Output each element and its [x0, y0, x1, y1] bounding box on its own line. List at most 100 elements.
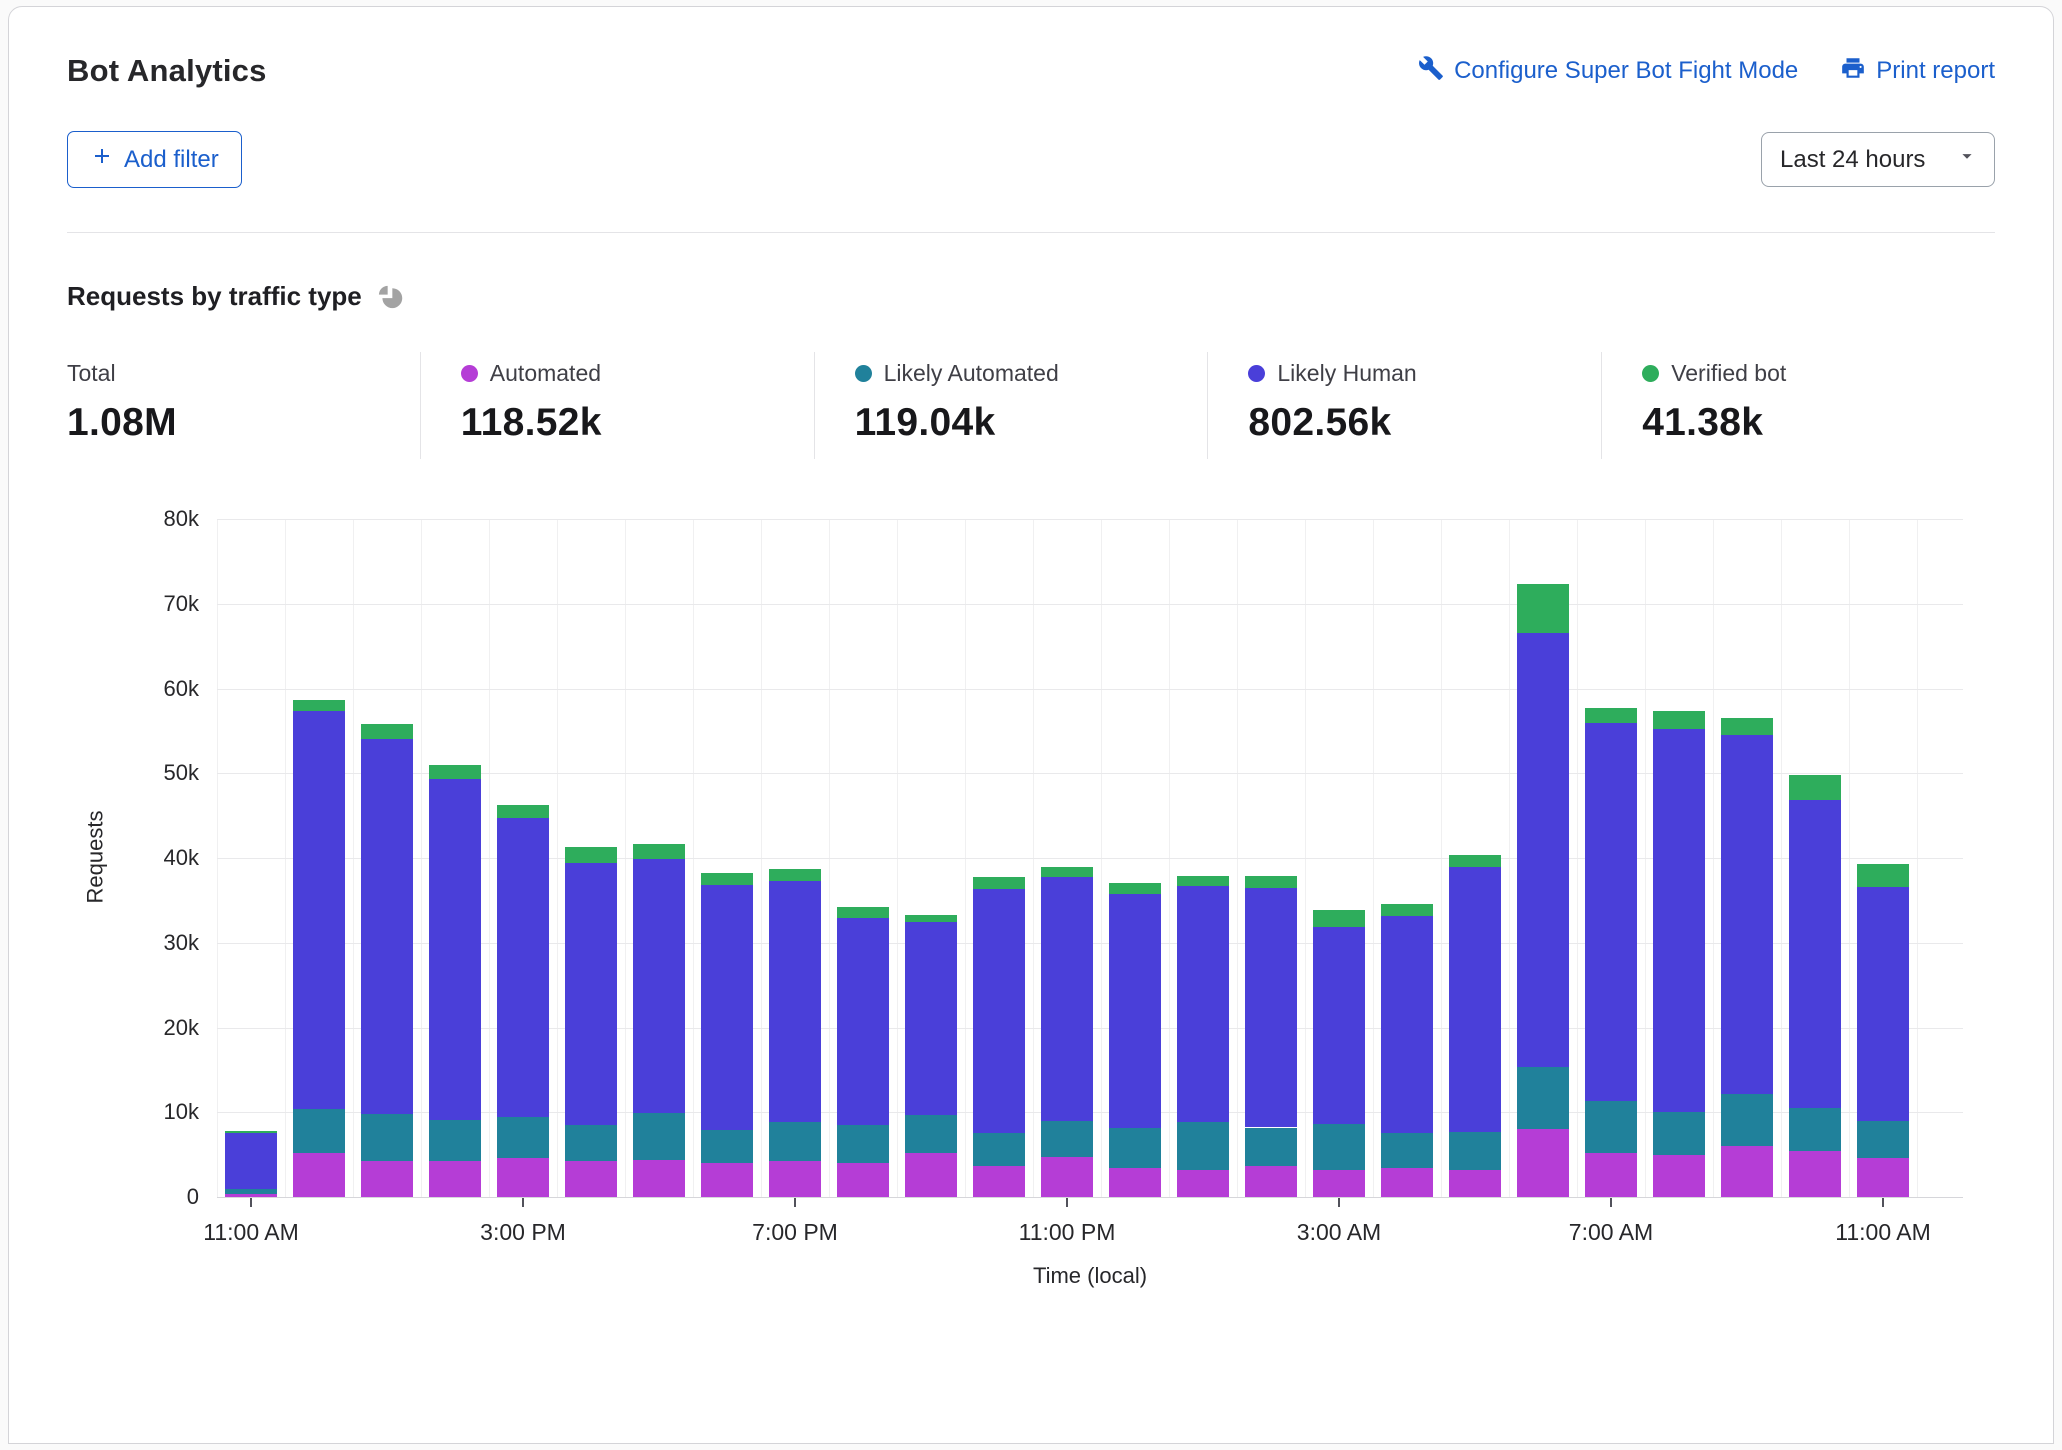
bar-segment-verified-bot[interactable]	[1041, 867, 1093, 877]
bar-segment-likely-automated[interactable]	[701, 1130, 753, 1163]
bar-segment-automated[interactable]	[1789, 1151, 1841, 1197]
bar-segment-automated[interactable]	[1857, 1158, 1909, 1197]
bar-segment-automated[interactable]	[1313, 1170, 1365, 1197]
bar-segment-automated[interactable]	[769, 1161, 821, 1197]
bar-segment-likely-automated[interactable]	[1449, 1132, 1501, 1170]
bar-segment-verified-bot[interactable]	[701, 873, 753, 885]
bar-segment-likely-automated[interactable]	[565, 1125, 617, 1161]
bar-segment-automated[interactable]	[565, 1161, 617, 1197]
bar-segment-verified-bot[interactable]	[905, 915, 957, 923]
stat-automated[interactable]: Automated 118.52k	[420, 352, 814, 459]
bar-segment-likely-automated[interactable]	[1653, 1112, 1705, 1155]
bar-segment-likely-human[interactable]	[1585, 723, 1637, 1101]
bar-segment-automated[interactable]	[293, 1153, 345, 1197]
bar-segment-likely-human[interactable]	[361, 739, 413, 1114]
bar-segment-verified-bot[interactable]	[1857, 864, 1909, 887]
bar-segment-likely-automated[interactable]	[837, 1125, 889, 1163]
bar-segment-automated[interactable]	[837, 1163, 889, 1197]
bar-segment-likely-human[interactable]	[1109, 894, 1161, 1129]
bar-segment-verified-bot[interactable]	[225, 1131, 277, 1133]
bar-segment-likely-automated[interactable]	[293, 1109, 345, 1153]
bar-segment-likely-human[interactable]	[837, 918, 889, 1125]
bar-segment-likely-human[interactable]	[1177, 886, 1229, 1122]
bar-segment-automated[interactable]	[1041, 1157, 1093, 1197]
bar-segment-verified-bot[interactable]	[1177, 876, 1229, 886]
bar-segment-verified-bot[interactable]	[769, 869, 821, 881]
bar-segment-verified-bot[interactable]	[633, 844, 685, 859]
bar-segment-automated[interactable]	[1245, 1166, 1297, 1197]
bar-segment-verified-bot[interactable]	[1381, 904, 1433, 916]
bar-segment-likely-human[interactable]	[1789, 800, 1841, 1108]
bar-segment-likely-automated[interactable]	[973, 1133, 1025, 1167]
bar-segment-verified-bot[interactable]	[293, 700, 345, 712]
bar-segment-likely-automated[interactable]	[497, 1117, 549, 1158]
bar-segment-verified-bot[interactable]	[1789, 775, 1841, 800]
bar-segment-verified-bot[interactable]	[429, 765, 481, 779]
bar-segment-likely-automated[interactable]	[633, 1113, 685, 1160]
bar-segment-likely-human[interactable]	[1245, 888, 1297, 1128]
stat-verified-bot[interactable]: Verified bot 41.38k	[1601, 352, 1995, 459]
add-filter-button[interactable]: Add filter	[67, 131, 242, 188]
bar-segment-automated[interactable]	[1381, 1168, 1433, 1197]
bar-segment-automated[interactable]	[1721, 1146, 1773, 1197]
bar-segment-verified-bot[interactable]	[1721, 718, 1773, 735]
bar-segment-likely-automated[interactable]	[225, 1189, 277, 1193]
bar-segment-likely-automated[interactable]	[1789, 1108, 1841, 1151]
bar-segment-automated[interactable]	[1177, 1170, 1229, 1197]
bar-segment-likely-automated[interactable]	[1517, 1067, 1569, 1129]
bar-segment-verified-bot[interactable]	[361, 724, 413, 739]
bar-segment-likely-human[interactable]	[973, 889, 1025, 1132]
bar-segment-likely-automated[interactable]	[1585, 1101, 1637, 1153]
stat-likely-automated[interactable]: Likely Automated 119.04k	[814, 352, 1208, 459]
bar-segment-likely-automated[interactable]	[1245, 1128, 1297, 1167]
bar-segment-automated[interactable]	[973, 1166, 1025, 1197]
bar-segment-verified-bot[interactable]	[1585, 708, 1637, 723]
bar-segment-automated[interactable]	[701, 1163, 753, 1197]
time-range-dropdown[interactable]: Last 24 hours	[1761, 132, 1995, 187]
bar-segment-automated[interactable]	[497, 1158, 549, 1197]
bar-segment-likely-human[interactable]	[293, 711, 345, 1108]
bar-segment-verified-bot[interactable]	[973, 877, 1025, 889]
bar-segment-likely-automated[interactable]	[1109, 1128, 1161, 1168]
bar-segment-automated[interactable]	[361, 1161, 413, 1197]
bar-segment-likely-human[interactable]	[1041, 877, 1093, 1120]
bar-segment-likely-automated[interactable]	[429, 1120, 481, 1161]
bar-segment-likely-automated[interactable]	[1721, 1094, 1773, 1147]
bar-segment-verified-bot[interactable]	[1109, 883, 1161, 893]
bar-segment-verified-bot[interactable]	[565, 847, 617, 863]
bar-segment-likely-human[interactable]	[429, 779, 481, 1120]
bar-segment-likely-automated[interactable]	[1381, 1133, 1433, 1168]
bar-segment-likely-automated[interactable]	[361, 1114, 413, 1161]
bar-segment-likely-human[interactable]	[701, 885, 753, 1130]
bar-segment-likely-human[interactable]	[905, 922, 957, 1114]
bar-segment-verified-bot[interactable]	[1245, 876, 1297, 888]
bar-segment-automated[interactable]	[905, 1153, 957, 1197]
bar-segment-likely-automated[interactable]	[1177, 1122, 1229, 1169]
bar-segment-likely-automated[interactable]	[905, 1115, 957, 1153]
bar-segment-likely-automated[interactable]	[1857, 1121, 1909, 1158]
bar-segment-automated[interactable]	[1653, 1155, 1705, 1197]
requests-by-traffic-type-chart[interactable]: 010k20k30k40k50k60k70k80k11:00 AM3:00 PM…	[67, 505, 1995, 1295]
bar-segment-likely-human[interactable]	[497, 818, 549, 1117]
bar-segment-likely-automated[interactable]	[769, 1122, 821, 1161]
bar-segment-verified-bot[interactable]	[1449, 855, 1501, 868]
bar-segment-automated[interactable]	[225, 1194, 277, 1197]
bar-segment-likely-human[interactable]	[1721, 735, 1773, 1093]
bar-segment-automated[interactable]	[1449, 1170, 1501, 1197]
bar-segment-automated[interactable]	[1517, 1129, 1569, 1197]
bar-segment-verified-bot[interactable]	[1653, 711, 1705, 729]
bar-segment-likely-human[interactable]	[1857, 887, 1909, 1121]
print-report-link[interactable]: Print report	[1840, 55, 1995, 88]
stat-likely-human[interactable]: Likely Human 802.56k	[1207, 352, 1601, 459]
bar-segment-verified-bot[interactable]	[837, 907, 889, 918]
bar-segment-likely-human[interactable]	[1449, 867, 1501, 1131]
bar-segment-automated[interactable]	[1109, 1168, 1161, 1197]
bar-segment-likely-human[interactable]	[565, 863, 617, 1125]
bar-segment-likely-human[interactable]	[1381, 916, 1433, 1134]
bar-segment-likely-human[interactable]	[1653, 729, 1705, 1112]
bar-segment-likely-human[interactable]	[633, 859, 685, 1113]
bar-segment-automated[interactable]	[633, 1160, 685, 1197]
bar-segment-likely-automated[interactable]	[1313, 1124, 1365, 1170]
bar-segment-likely-human[interactable]	[1517, 633, 1569, 1067]
bar-segment-likely-automated[interactable]	[1041, 1121, 1093, 1157]
